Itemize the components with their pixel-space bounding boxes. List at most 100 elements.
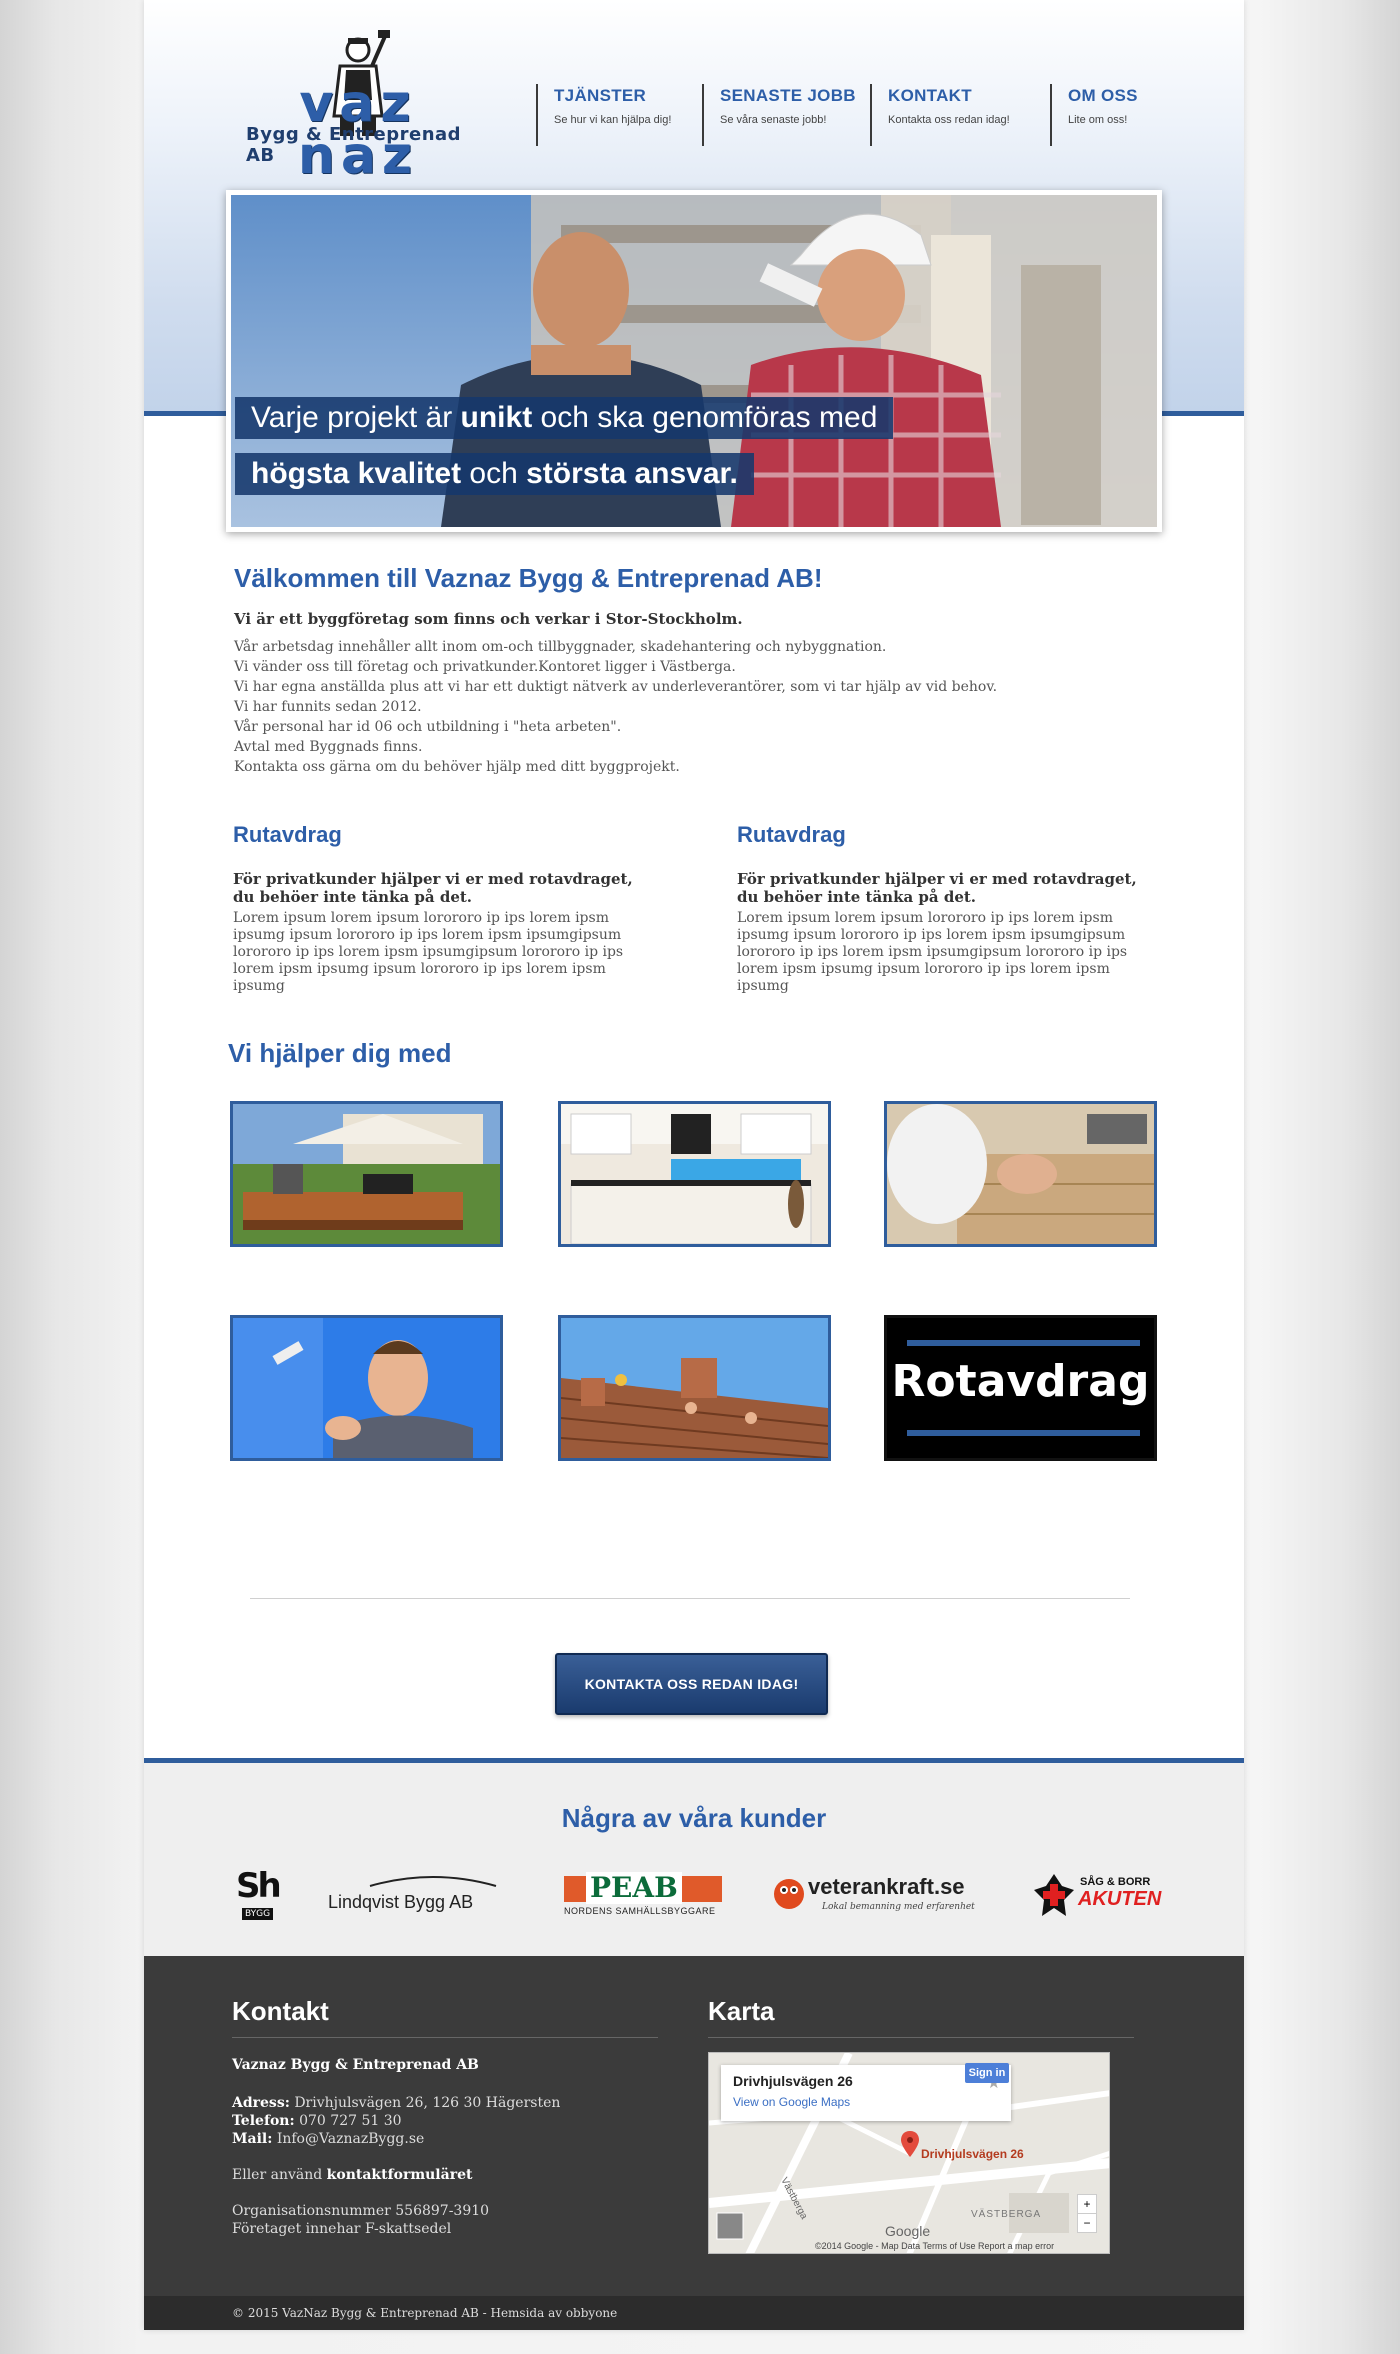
footer-orgnr: Organisationsnummer 556897-3910 — [232, 2203, 490, 2219]
welcome-line: Vi har funnits sedan 2012. — [234, 699, 422, 715]
welcome-line: Avtal med Byggnads finns. — [234, 739, 423, 755]
rutavdrag-column-left: Rutavdrag För privatkunder hjälper vi er… — [233, 822, 653, 995]
footer-fskatt: Företaget innehar F-skattsedel — [232, 2221, 452, 2237]
deck-photo — [233, 1104, 500, 1244]
page: vaz naz Bygg & Entreprenad AB TJÄNSTER S… — [144, 0, 1244, 2330]
address-value: Drivhjulsvägen 26, 126 30 Hägersten — [294, 2095, 561, 2111]
logo[interactable]: vaz naz Bygg & Entreprenad AB — [242, 30, 474, 182]
nav-item-subtitle: Se hur vi kan hjälpa dig! — [554, 114, 672, 126]
main-nav: TJÄNSTER Se hur vi kan hjälpa dig! SENAS… — [536, 84, 1170, 146]
welcome-line: Vår arbetsdag innehåller allt inom om-oc… — [234, 639, 887, 655]
rutavdrag-column-right: Rutavdrag För privatkunder hjälper vi er… — [737, 822, 1157, 995]
form-prefix: Eller använd — [232, 2167, 327, 2183]
footer-map-title: Karta — [708, 1996, 1134, 2038]
map-signin-button[interactable]: Sign in — [965, 2063, 1009, 2083]
nav-item-title: TJÄNSTER — [554, 86, 647, 105]
welcome-lead: Vi är ett byggföretag som finns och verk… — [234, 610, 743, 628]
banner-caption-line2: högsta kvalitet och största ansvar. — [235, 453, 754, 495]
mail-link[interactable]: Info@VaznazBygg.se — [277, 2131, 425, 2147]
map-footer[interactable]: ©2014 Google - Map Data Terms of Use Rep… — [815, 2241, 1054, 2251]
nav-item-title: SENASTE JOBB — [720, 86, 856, 105]
service-tile-flooring[interactable] — [884, 1101, 1157, 1247]
nav-item-kontakt[interactable]: KONTAKT Kontakta oss redan idag! — [870, 84, 1050, 146]
rotavdrag-label: Rotavdrag — [891, 1356, 1150, 1407]
client-name: Lindqvist Bygg AB — [328, 1892, 474, 1912]
zoom-out-icon[interactable]: − — [1078, 2213, 1096, 2232]
client-logo-sh-bygg[interactable]: Sh BYGG — [236, 1863, 282, 1927]
column-body: Lorem ipsum lorem ipsum lorororo ip ips … — [233, 910, 624, 994]
client-logo-peab[interactable]: PEAB NORDENS SAMHÄLLSBYGGARE — [564, 1863, 724, 1927]
map-pin-icon[interactable] — [901, 2131, 919, 2157]
google-map[interactable]: Drivhjulsvägen 26 View on Google Maps ★ … — [708, 2052, 1110, 2254]
caption-text: och ska genomföras med — [532, 401, 878, 434]
nav-item-subtitle: Se våra senaste jobb! — [720, 114, 827, 126]
footer-company: Vaznaz Bygg & Entreprenad AB — [232, 2057, 479, 2073]
caption-text: Varje projekt är — [251, 401, 461, 434]
nav-item-title: KONTAKT — [888, 86, 972, 105]
column-title: Rutavdrag — [737, 822, 846, 847]
client-tag: Lokal bemanning med erfarenhet — [822, 1902, 975, 1912]
hero-banner: Varje projekt är unikt och ska genomföra… — [226, 190, 1162, 532]
welcome-line: Vår personal har id 06 och utbildning i … — [234, 719, 622, 735]
rotavdrag-line-top — [907, 1340, 1140, 1346]
hero-image: Varje projekt är unikt och ska genomföra… — [231, 195, 1157, 527]
section-divider — [250, 1598, 1130, 1599]
client-logo-lindqvist[interactable]: Lindqvist Bygg AB — [328, 1863, 508, 1927]
phone-value[interactable]: 070 727 51 30 — [299, 2113, 401, 2129]
client-name: SÅG & BORR — [1080, 1876, 1151, 1888]
rotavdrag-line-bottom — [907, 1430, 1140, 1436]
mail-label: Mail: — [232, 2131, 273, 2147]
zoom-in-icon[interactable]: + — [1078, 2195, 1096, 2213]
saw-cross-icon — [1034, 1874, 1074, 1916]
service-tile-painting[interactable] — [230, 1315, 503, 1461]
veterankraft-owl-icon — [774, 1879, 804, 1909]
roofers-photo — [561, 1318, 828, 1458]
client-name: Sh — [236, 1866, 282, 1906]
lindqvist-swoosh-icon — [369, 1876, 497, 1887]
contact-form-link[interactable]: kontaktformuläret — [327, 2167, 473, 2183]
caption-emphasis: högsta kvalitet — [251, 457, 462, 490]
footer-form-row: Eller använd kontaktformuläret — [232, 2166, 662, 2184]
caption-emphasis: största ansvar. — [526, 457, 738, 490]
service-tile-deck[interactable] — [230, 1101, 503, 1247]
footer-mail-row: Mail: Info@VaznazBygg.se — [232, 2130, 662, 2148]
nav-item-subtitle: Lite om oss! — [1068, 114, 1128, 126]
client-tag: BYGG — [242, 1908, 274, 1920]
contact-cta-button[interactable]: KONTAKTA OSS REDAN IDAG! — [555, 1653, 828, 1715]
footer-phone-row: Telefon: 070 727 51 30 — [232, 2112, 662, 2130]
banner-caption-line1: Varje projekt är unikt och ska genomföra… — [235, 397, 894, 439]
service-tile-kitchen[interactable] — [558, 1101, 831, 1247]
copyright-bar: © 2015 VazNaz Bygg & Entreprenad AB - He… — [144, 2296, 1244, 2330]
logo-subtitle: Bygg & Entreprenad AB — [246, 124, 462, 166]
welcome-line: Vi har egna anställda plus att vi har et… — [234, 679, 998, 695]
column-lead: För privatkunder hjälper vi er med rotav… — [233, 870, 633, 906]
column-body: Lorem ipsum lorem ipsum lorororo ip ips … — [737, 910, 1128, 994]
nav-item-subtitle: Kontakta oss redan idag! — [888, 114, 1010, 126]
welcome-title: Välkommen till Vaznaz Bygg & Entreprenad… — [234, 563, 823, 593]
services-title: Vi hjälper dig med — [228, 1038, 452, 1068]
map-place-name: Drivhjulsvägen 26 — [733, 2073, 853, 2089]
footer-contact-title: Kontakt — [232, 1996, 658, 2038]
service-tile-roofing[interactable] — [558, 1315, 831, 1461]
flooring-photo — [887, 1104, 1154, 1244]
nav-item-tjanster[interactable]: TJÄNSTER Se hur vi kan hjälpa dig! — [536, 84, 702, 146]
welcome-line: Vi vänder oss till företag och privatkun… — [234, 659, 736, 675]
view-on-google-maps-link[interactable]: View on Google Maps — [733, 2095, 999, 2109]
client-name: veterankraft.se — [808, 1874, 965, 1899]
nav-item-senaste-jobb[interactable]: SENASTE JOBB Se våra senaste jobb! — [702, 84, 870, 146]
footer-contact-info: Vaznaz Bygg & Entreprenad AB Adress: Dri… — [232, 2056, 662, 2238]
phone-label: Telefon: — [232, 2113, 295, 2129]
column-title: Rutavdrag — [233, 822, 342, 847]
client-logo-veterankraft[interactable]: veterankraft.se Lokal bemanning med erfa… — [772, 1863, 992, 1927]
client-tag: NORDENS SAMHÄLLSBYGGARE — [564, 1906, 716, 1916]
map-zoom-control[interactable]: + − — [1077, 2194, 1097, 2233]
service-tile-rotavdrag[interactable]: Rotavdrag — [884, 1315, 1157, 1461]
clients-section: Några av våra kunder Sh BYGG Lindqvist B… — [144, 1758, 1244, 1956]
client-name: PEAB — [586, 1872, 682, 1904]
kitchen-photo — [561, 1104, 828, 1244]
google-logo: Google — [885, 2223, 931, 2239]
nav-item-om-oss[interactable]: OM OSS Lite om oss! — [1050, 84, 1170, 146]
client-logo-sag-borr-akuten[interactable]: SÅG & BORR AKUTEN — [1032, 1863, 1172, 1927]
footer-address-row: Adress: Drivhjulsvägen 26, 126 30 Hägers… — [232, 2094, 662, 2112]
clients-title: Några av våra kunder — [561, 1803, 827, 1833]
